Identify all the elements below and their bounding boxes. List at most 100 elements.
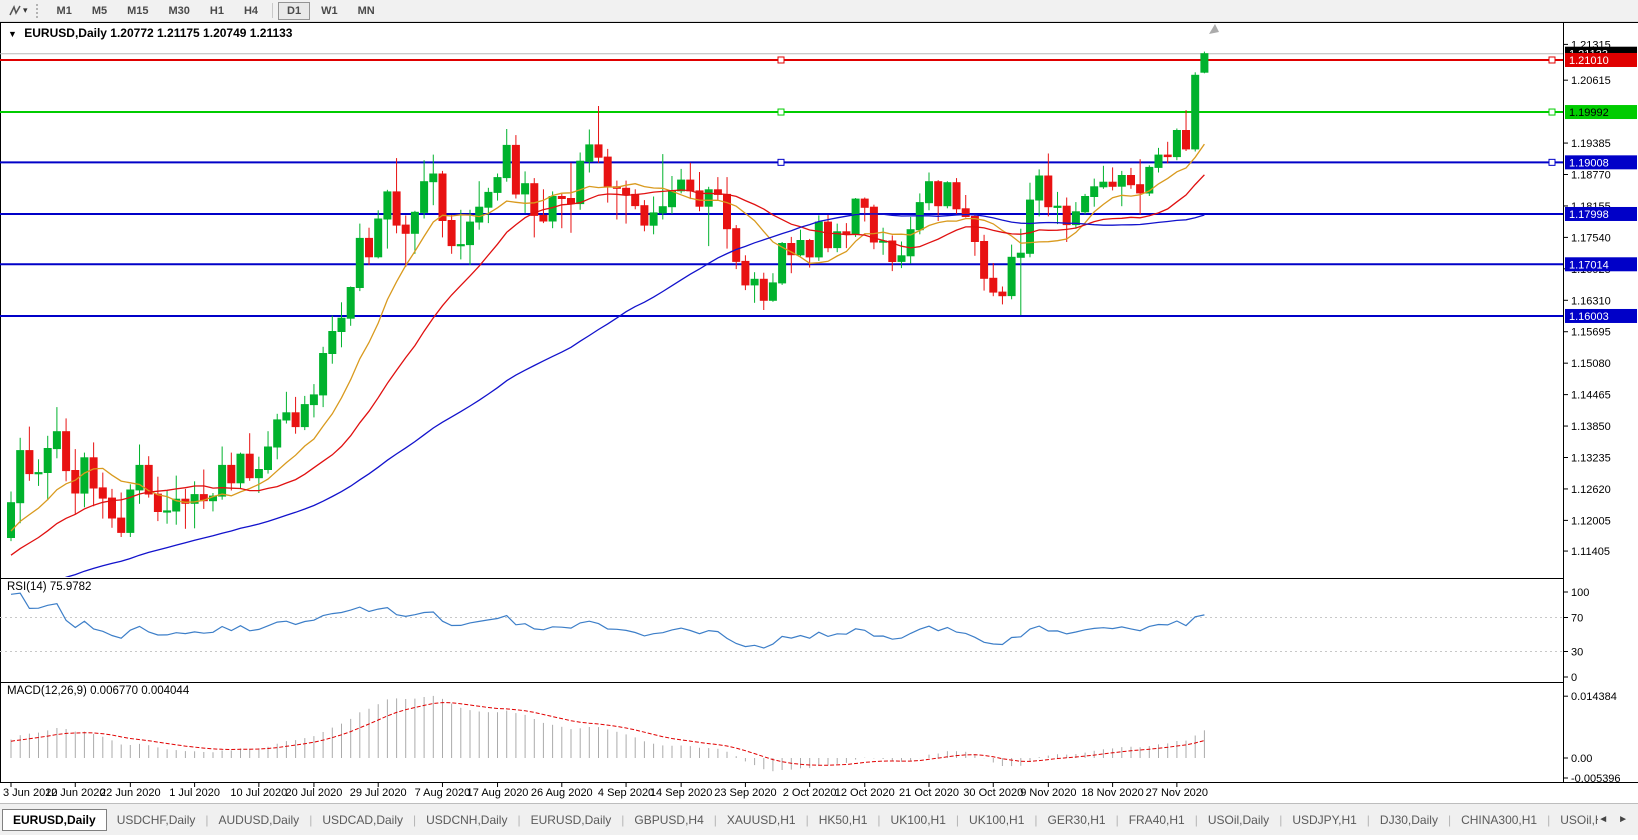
- chart-tab-ger30-h1[interactable]: GER30,H1: [1038, 809, 1116, 831]
- svg-text:1.12005: 1.12005: [1571, 515, 1611, 527]
- line-selection-marker[interactable]: [778, 109, 784, 115]
- chart-tab-usoil-daily[interactable]: USOil,Daily: [1198, 809, 1279, 831]
- svg-text:2 Oct 2020: 2 Oct 2020: [783, 787, 837, 799]
- tab-strip: EURUSD,DailyUSDCHF,Daily|AUDUSD,Daily|US…: [2, 809, 1598, 831]
- timeframe-button-m15[interactable]: M15: [118, 2, 157, 20]
- svg-text:1.20615: 1.20615: [1571, 75, 1611, 87]
- svg-text:30: 30: [1571, 647, 1583, 659]
- timeframe-button-group: M1M5M15M30H1H4 D1W1MN: [47, 0, 385, 22]
- svg-text:20 Jul 2020: 20 Jul 2020: [285, 787, 342, 799]
- timeframe-button-h1[interactable]: H1: [201, 2, 233, 20]
- svg-text:17 Aug 2020: 17 Aug 2020: [467, 787, 529, 799]
- svg-text:70: 70: [1571, 613, 1583, 625]
- chart-tab-dj30-daily[interactable]: DJ30,Daily: [1370, 809, 1448, 831]
- svg-text:1 Jul 2020: 1 Jul 2020: [169, 787, 220, 799]
- svg-text:27 Nov 2020: 27 Nov 2020: [1146, 787, 1208, 799]
- top-toolbar: ▾ M1M5M15M30H1H4 D1W1MN: [0, 0, 1638, 22]
- chart-background: [0, 22, 1638, 800]
- svg-text:30 Oct 2020: 30 Oct 2020: [963, 787, 1023, 799]
- chart-tab-fra40-h1[interactable]: FRA40,H1: [1119, 809, 1195, 831]
- rsi-indicator-label: RSI(14) 75.9782: [7, 581, 91, 593]
- cursor-tool-button[interactable]: ▾: [4, 2, 32, 20]
- svg-text:4 Sep 2020: 4 Sep 2020: [598, 787, 654, 799]
- macd-name: MACD(12,26,9): [7, 685, 87, 697]
- dropdown-caret-icon[interactable]: ▾: [23, 6, 28, 15]
- line-selection-marker[interactable]: [778, 57, 784, 63]
- chart-tab-eurusd-daily[interactable]: EURUSD,Daily: [521, 809, 622, 831]
- svg-text:1.19385: 1.19385: [1571, 138, 1611, 150]
- svg-text:14 Sep 2020: 14 Sep 2020: [650, 787, 712, 799]
- svg-text:1.15695: 1.15695: [1571, 327, 1611, 339]
- svg-text:1.15080: 1.15080: [1571, 358, 1611, 370]
- chart-tab-hk50-h1[interactable]: HK50,H1: [809, 809, 878, 831]
- svg-text:0: 0: [1571, 672, 1577, 684]
- svg-text:29 Jul 2020: 29 Jul 2020: [350, 787, 407, 799]
- tab-scroll-left-icon[interactable]: ◄: [1598, 814, 1608, 825]
- rsi-name: RSI(14): [7, 581, 47, 593]
- svg-text:1.12620: 1.12620: [1571, 484, 1611, 496]
- timeframe-button-mn[interactable]: MN: [349, 2, 384, 20]
- line-selection-marker[interactable]: [1549, 109, 1555, 115]
- line-selection-marker[interactable]: [1549, 159, 1555, 165]
- svg-text:9 Nov 2020: 9 Nov 2020: [1020, 787, 1076, 799]
- svg-text:1.13235: 1.13235: [1571, 452, 1611, 464]
- svg-text:23 Sep 2020: 23 Sep 2020: [714, 787, 776, 799]
- chart-symbol-period: EURUSD,Daily: [24, 26, 107, 40]
- tab-scroll-arrows: ◄ ►: [1598, 814, 1634, 825]
- rsi-current-value: 75.9782: [50, 581, 92, 593]
- macd-indicator-label: MACD(12,26,9) 0.006770 0.004044: [7, 685, 189, 697]
- chart-tab-usdcnh-daily[interactable]: USDCNH,Daily: [416, 809, 517, 831]
- chart-tab-usdjpy-h1[interactable]: USDJPY,H1: [1282, 809, 1366, 831]
- line-selection-marker[interactable]: [1549, 57, 1555, 63]
- svg-text:1.17014: 1.17014: [1569, 259, 1609, 271]
- svg-text:0.00: 0.00: [1571, 753, 1592, 765]
- chart-tab-audusd-daily[interactable]: AUDUSD,Daily: [209, 809, 310, 831]
- timeframe-button-d1[interactable]: D1: [278, 2, 310, 20]
- timeframe-button-w1[interactable]: W1: [312, 2, 347, 20]
- chart-tab-xauusd-h1[interactable]: XAUUSD,H1: [717, 809, 806, 831]
- chart-canvas[interactable]: 1.213151.206151.193851.187701.181551.175…: [0, 22, 1638, 800]
- svg-text:-0.005396: -0.005396: [1571, 773, 1621, 785]
- chart-tab-bar: EURUSD,DailyUSDCHF,Daily|AUDUSD,Daily|US…: [0, 803, 1638, 835]
- svg-text:1.17540: 1.17540: [1571, 232, 1611, 244]
- chart-tab-eurusd-daily[interactable]: EURUSD,Daily: [2, 809, 107, 831]
- toolbar-separator: [272, 3, 273, 18]
- chart-ohlc-values: 1.20772 1.21175 1.20749 1.21133: [110, 26, 292, 40]
- chart-tab-usdchf-daily[interactable]: USDCHF,Daily: [107, 809, 206, 831]
- svg-text:1.19008: 1.19008: [1569, 157, 1609, 169]
- svg-text:1.19992: 1.19992: [1569, 107, 1609, 119]
- crosshair-cursor-icon: [8, 4, 22, 18]
- line-selection-marker[interactable]: [778, 159, 784, 165]
- svg-text:10 Jul 2020: 10 Jul 2020: [230, 787, 287, 799]
- svg-text:22 Jun 2020: 22 Jun 2020: [100, 787, 161, 799]
- svg-text:26 Aug 2020: 26 Aug 2020: [531, 787, 593, 799]
- svg-text:100: 100: [1571, 587, 1589, 599]
- svg-text:1.17998: 1.17998: [1569, 209, 1609, 221]
- svg-text:1.14465: 1.14465: [1571, 390, 1611, 402]
- macd-current-values: 0.006770 0.004044: [90, 685, 189, 697]
- timeframe-button-m5[interactable]: M5: [83, 2, 116, 20]
- chart-tab-uk100-h1[interactable]: UK100,H1: [881, 809, 956, 831]
- svg-text:18 Nov 2020: 18 Nov 2020: [1081, 787, 1143, 799]
- svg-text:7 Aug 2020: 7 Aug 2020: [415, 787, 471, 799]
- chart-tab-usoil-h1[interactable]: USOil,H1: [1550, 809, 1598, 831]
- svg-text:1.11405: 1.11405: [1571, 546, 1610, 558]
- toolbar-grip: [36, 4, 41, 18]
- chart-tab-usdcad-daily[interactable]: USDCAD,Daily: [312, 809, 413, 831]
- svg-text:21 Oct 2020: 21 Oct 2020: [899, 787, 959, 799]
- svg-text:1.13850: 1.13850: [1571, 421, 1611, 433]
- svg-text:1.18770: 1.18770: [1571, 170, 1611, 182]
- chart-tab-uk100-h1[interactable]: UK100,H1: [959, 809, 1034, 831]
- collapse-triangle-icon[interactable]: ▼: [8, 29, 17, 39]
- timeframe-button-m1[interactable]: M1: [48, 2, 81, 20]
- chart-tab-gbpusd-h4[interactable]: GBPUSD,H4: [624, 809, 713, 831]
- svg-text:1.16003: 1.16003: [1569, 311, 1609, 323]
- tab-scroll-right-icon[interactable]: ►: [1618, 814, 1628, 825]
- chart-tab-china300-h1[interactable]: CHINA300,H1: [1451, 809, 1547, 831]
- svg-text:1.21010: 1.21010: [1569, 55, 1609, 67]
- timeframe-button-m30[interactable]: M30: [160, 2, 199, 20]
- svg-text:0.014384: 0.014384: [1571, 691, 1617, 703]
- svg-text:12 Jun 2020: 12 Jun 2020: [45, 787, 106, 799]
- timeframe-button-h4[interactable]: H4: [235, 2, 267, 20]
- chart-header: ▼ EURUSD,Daily 1.20772 1.21175 1.20749 1…: [8, 26, 292, 40]
